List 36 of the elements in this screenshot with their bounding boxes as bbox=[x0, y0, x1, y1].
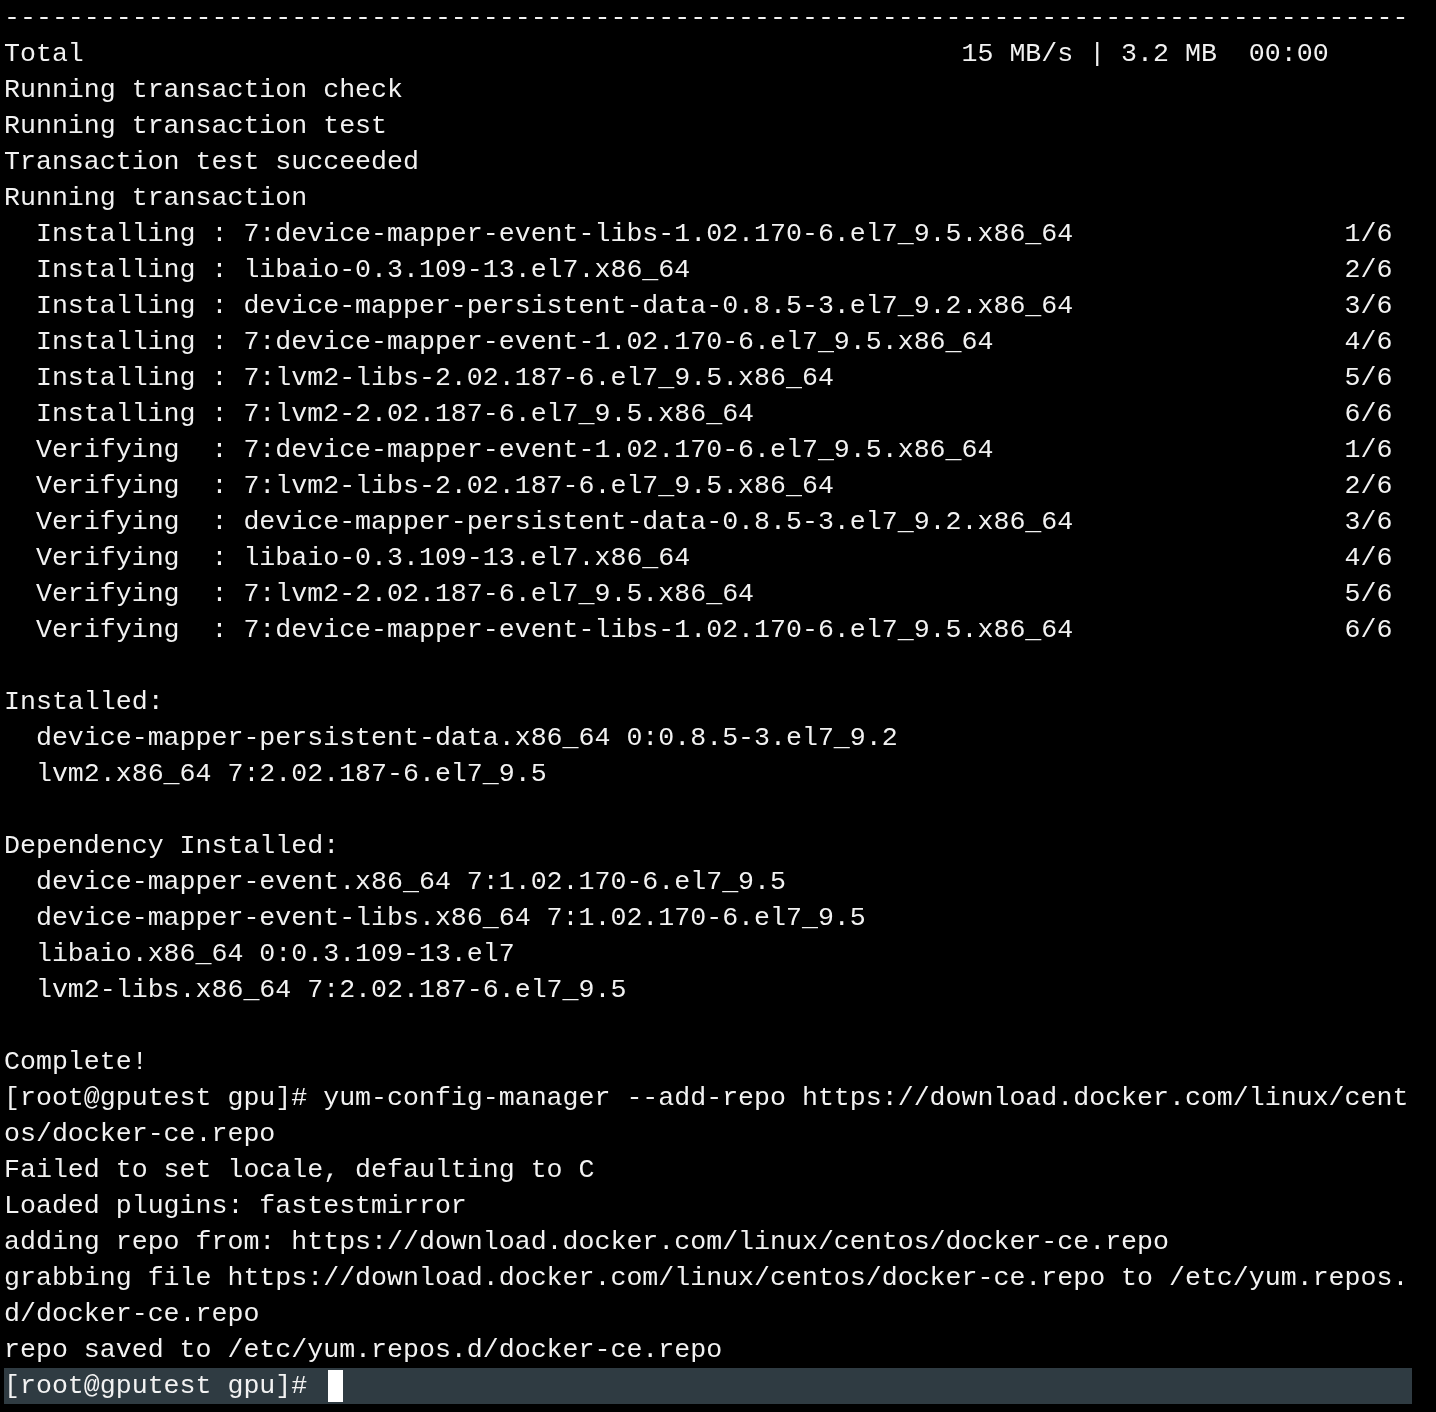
terminal-line: device-mapper-event-libs.x86_64 7:1.02.170-6.el7_9.5 bbox=[34, 902, 866, 934]
terminal-line: Verifying : 7:lvm2-2.02.187-6.el7_9.5.x86_64 5/6 bbox=[34, 578, 1393, 610]
terminal-line: Installing : libaio-0.3.109-13.el7.x86_64 2/6 bbox=[34, 254, 1393, 286]
terminal-line: libaio.x86_64 0:0.3.109-13.el7 bbox=[34, 938, 515, 970]
terminal-line: [root@gputest gpu]# yum-config-manager --add-repo https://download.docker.com/linux/cent bbox=[4, 1082, 1409, 1114]
terminal-line: Installing : 7:device-mapper-event-1.02.170-6.el7_9.5.x86_64 4/6 bbox=[34, 326, 1393, 358]
terminal-line: Installing : device-mapper-persistent-data-0.8.5-3.el7_9.2.x86_64 3/6 bbox=[34, 290, 1393, 322]
terminal-line: Dependency Installed: bbox=[4, 830, 340, 862]
terminal-line: device-mapper-event.x86_64 7:1.02.170-6.el7_9.5 bbox=[34, 866, 786, 898]
terminal-line: os/docker-ce.repo bbox=[4, 1118, 276, 1150]
terminal-line: Complete! bbox=[4, 1046, 148, 1078]
terminal-line: lvm2.x86_64 7:2.02.187-6.el7_9.5 bbox=[34, 758, 547, 790]
terminal-line: lvm2-libs.x86_64 7:2.02.187-6.el7_9.5 bbox=[34, 974, 627, 1006]
terminal-line: Running transaction check bbox=[4, 74, 403, 106]
terminal-line: Installing : 7:device-mapper-event-libs-1.02.170-6.el7_9.5.x86_64 1/6 bbox=[34, 218, 1393, 250]
terminal-line: Running transaction bbox=[4, 182, 308, 214]
terminal-line: Failed to set locale, defaulting to C bbox=[4, 1154, 595, 1186]
terminal-line: Verifying : device-mapper-persistent-data-0.8.5-3.el7_9.2.x86_64 3/6 bbox=[34, 506, 1393, 538]
terminal-line: Verifying : 7:lvm2-libs-2.02.187-6.el7_9.5.x86_64 2/6 bbox=[34, 470, 1393, 502]
terminal-line: device-mapper-persistent-data.x86_64 0:0.8.5-3.el7_9.2 bbox=[34, 722, 898, 754]
terminal-line: Transaction test succeeded bbox=[4, 146, 419, 178]
terminal-line: Total 15 MB/s | 3.2 MB 00:00 bbox=[4, 38, 1329, 70]
terminal-line: d/docker-ce.repo bbox=[4, 1298, 260, 1330]
terminal-line: Loaded plugins: fastestmirror bbox=[4, 1190, 467, 1222]
terminal-line: Verifying : 7:device-mapper-event-1.02.170-6.el7_9.5.x86_64 1/6 bbox=[34, 434, 1393, 466]
terminal-line: ---------------------------------------------------------------------------------------- bbox=[4, 2, 1409, 34]
terminal-line: adding repo from: https://download.docker.com/linux/centos/docker-ce.repo bbox=[4, 1226, 1169, 1258]
terminal-line: Verifying : 7:device-mapper-event-libs-1.02.170-6.el7_9.5.x86_64 6/6 bbox=[34, 614, 1393, 646]
terminal-line: repo saved to /etc/yum.repos.d/docker-ce.repo bbox=[4, 1334, 723, 1366]
terminal-line: Installed: bbox=[4, 686, 164, 718]
terminal-line: Installing : 7:lvm2-2.02.187-6.el7_9.5.x86_64 6/6 bbox=[34, 398, 1393, 430]
terminal-line: Running transaction test bbox=[4, 110, 387, 142]
terminal-line: grabbing file https://download.docker.com/linux/centos/docker-ce.repo to /etc/yum.repos. bbox=[4, 1262, 1409, 1294]
terminal-line: Installing : 7:lvm2-libs-2.02.187-6.el7_9.5.x86_64 5/6 bbox=[34, 362, 1393, 394]
terminal-line: Verifying : libaio-0.3.109-13.el7.x86_64 4/6 bbox=[34, 542, 1393, 574]
shell-prompt: [root@gputest gpu]# bbox=[4, 1370, 308, 1402]
